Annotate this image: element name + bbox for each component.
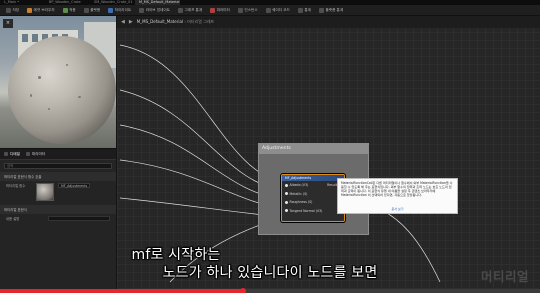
pin-label: Tangent Normal (V3)	[289, 208, 323, 213]
pin-icon	[285, 209, 288, 213]
browse-button[interactable]: 에셋 브라우저	[25, 7, 56, 14]
material-editor-toolbar: 저장 에셋 브라우저 적용 플랫폼 하이라이트 라이브 업데이트 그래프 통계 …	[0, 5, 540, 16]
pin-icon	[285, 192, 288, 196]
subtitle-line-2: 노드가 하나 있습니다이 노드를 보면	[162, 265, 378, 281]
node-tooltip: MaterialFunctionCall은 다른 머티리얼이나 함수에서 외부 …	[337, 178, 458, 214]
tooltip-docs-link[interactable]: 문서 보기	[338, 207, 457, 211]
input-pin-metallic[interactable]: Metallic (S)	[282, 190, 344, 199]
graph-breadcrumb-bar: ◀ ▶ M_MS_Default_Material › 머티리얼 그래프	[117, 16, 540, 28]
live-update-icon	[139, 7, 145, 13]
platform-stats-label: 플랫폼 통계	[325, 7, 344, 12]
details-search-input[interactable]: 검색	[4, 163, 112, 169]
material-function-label: 머티리얼 함수	[6, 184, 26, 188]
platform-stats-icon	[318, 7, 324, 13]
platform-icon	[83, 7, 89, 13]
save-label: 저장	[12, 7, 20, 12]
shader-code-label: 쉐이더 코드	[272, 7, 290, 12]
video-scrubber-handle[interactable]	[240, 288, 246, 293]
preview-sphere	[8, 36, 116, 144]
stats-label: 통계	[304, 7, 311, 12]
property-description: 내용 설명	[0, 214, 116, 223]
input-pin-albedo[interactable]: Albedo (V3) Result	[282, 181, 344, 190]
breadcrumb-separator: ›	[184, 19, 186, 24]
tab-parameters-label: 파라미터	[31, 151, 46, 156]
breadcrumb: M_MS_Default_Material › 머티리얼 그래프	[137, 19, 215, 25]
browse-label: 에셋 브라우저	[33, 7, 55, 12]
parameter-label: 파라미터	[216, 7, 230, 12]
pin-label: Roughness (S)	[289, 200, 313, 205]
material-function-picker[interactable]: MF_Adjustments	[58, 183, 91, 188]
instance-label: 인스턴스	[244, 7, 258, 12]
pin-label: Albedo (V3)	[289, 183, 309, 188]
video-progress-bar[interactable]	[0, 288, 540, 293]
highlight-icon	[108, 7, 114, 13]
pin-icon	[285, 183, 288, 187]
property-material-function: 머티리얼 함수 MF_Adjustments	[0, 181, 116, 203]
save-icon	[6, 7, 11, 13]
details-icon	[4, 152, 8, 156]
parameters-icon	[25, 152, 30, 156]
input-pin-tangent-normal[interactable]: Tangent Normal (V3)	[282, 207, 344, 216]
highlight-label: 하이라이트	[114, 7, 132, 12]
comment-title[interactable]: Adjustments	[259, 144, 368, 154]
building-window	[22, 34, 28, 42]
save-button[interactable]: 저장	[4, 7, 21, 14]
breadcrumb-material[interactable]: M_MS_Default_Material	[137, 19, 183, 24]
description-field[interactable]	[48, 216, 110, 221]
shader-code-button[interactable]: 쉐이더 코드	[264, 7, 292, 14]
breadcrumb-graph: 머티리얼 그래프	[187, 19, 215, 24]
pin-icon	[285, 200, 288, 204]
surface-speck	[78, 96, 81, 98]
pin-label: Result	[327, 183, 337, 188]
material-preview-viewport[interactable]: ×	[0, 16, 116, 148]
back-arrow-icon[interactable]: ◀	[121, 19, 125, 25]
apply-icon	[62, 7, 68, 13]
section-function-call[interactable]: 머티리얼 표현식 함수 호출	[0, 172, 116, 181]
graph-stats-label: 그래프 통계	[184, 7, 203, 12]
graph-stats-button[interactable]: 그래프 통계	[176, 7, 204, 14]
section-expression[interactable]: 머티리얼 표현식	[0, 205, 116, 214]
tab-details[interactable]: 디테일	[4, 152, 20, 157]
subtitle-line-1: mf로 시작하는	[131, 247, 221, 263]
platform-label: 플랫폼	[90, 7, 101, 12]
stats-button[interactable]: 통계	[296, 7, 313, 14]
surface-speck	[48, 108, 50, 110]
apply-label: 적용	[69, 7, 76, 12]
highlight-button[interactable]: 하이라이트	[106, 7, 133, 14]
forward-arrow-icon[interactable]: ▶	[129, 19, 133, 25]
instance-button[interactable]: 인스턴스	[236, 7, 260, 14]
surface-speck	[66, 64, 68, 66]
parameter-icon	[210, 7, 216, 13]
parameter-button[interactable]: 파라미터	[208, 7, 232, 14]
video-progress-fill	[0, 289, 243, 293]
shader-icon	[265, 7, 271, 13]
live-update-label: 라이브 업데이트	[145, 7, 170, 12]
platform-stats-button[interactable]: 플랫폼 통계	[317, 7, 345, 14]
folder-icon	[27, 7, 33, 13]
chart-icon	[297, 7, 303, 13]
live-update-button[interactable]: 라이브 업데이트	[137, 7, 172, 14]
instance-icon	[237, 7, 243, 13]
material-function-thumbnail[interactable]	[36, 183, 54, 201]
tab-parameters[interactable]: 파라미터	[25, 151, 46, 157]
input-pin-roughness[interactable]: Roughness (S)	[282, 198, 344, 207]
material-function-call-node[interactable]: MF_Adjustments Albedo (V3) Result Metall…	[281, 174, 345, 222]
description-label: 내용 설명	[6, 217, 20, 221]
surface-speck	[30, 94, 32, 97]
apply-button[interactable]: 적용	[61, 7, 78, 14]
tab-details-label: 디테일	[10, 151, 20, 156]
viewport-close-button[interactable]: ×	[3, 19, 13, 28]
platform-button[interactable]: 플랫폼	[82, 7, 102, 14]
tooltip-text: MaterialFunctionCall은 다른 머티리얼이나 함수에서 외부 …	[341, 181, 453, 197]
surface-speck	[38, 76, 41, 79]
stats-icon	[177, 7, 183, 13]
pin-label: Metallic (S)	[289, 191, 308, 196]
details-tab-strip: 디테일 파라미터	[0, 149, 116, 160]
